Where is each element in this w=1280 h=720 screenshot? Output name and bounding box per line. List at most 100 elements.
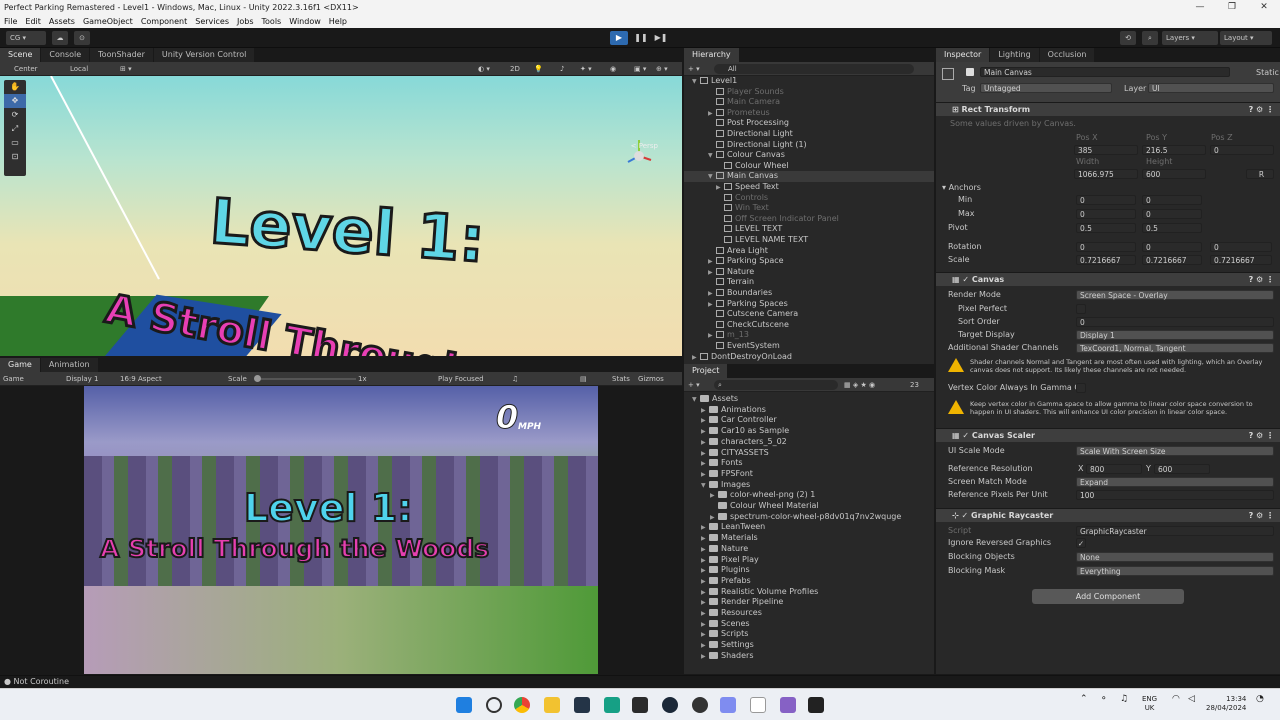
close-button[interactable]: ✕ xyxy=(1248,0,1280,15)
scale-x-field[interactable]: 0.7216667 xyxy=(1076,255,1136,265)
menu-tools[interactable]: Tools xyxy=(262,17,282,26)
project-item[interactable]: ▶ Plugins xyxy=(684,565,934,576)
menu-gameobject[interactable]: GameObject xyxy=(83,17,133,26)
width-field[interactable]: 1066.975 xyxy=(1074,169,1138,179)
hierarchy-item[interactable]: ▶ m_13 xyxy=(684,330,934,341)
canvas-scaler-header[interactable]: ▦ ✓ Canvas Scaler ? ⚙ ⋮ xyxy=(936,428,1280,442)
project-item[interactable]: ▶ Car10 as Sample xyxy=(684,426,934,437)
gizmos-dropdown[interactable]: Gizmos xyxy=(638,373,664,385)
project-item[interactable]: ▼ Assets xyxy=(684,394,934,405)
tab-version-control[interactable]: Unity Version Control xyxy=(153,48,255,62)
project-search-icon[interactable]: ⌕ xyxy=(714,380,838,390)
hierarchy-item[interactable]: Terrain xyxy=(684,277,934,288)
steam-icon[interactable] xyxy=(662,697,678,713)
hierarchy-item[interactable]: ▼ Level1 xyxy=(684,76,934,87)
pixel-perfect-checkbox[interactable] xyxy=(1076,304,1086,314)
search-icon[interactable]: ⌕ xyxy=(1142,31,1158,45)
project-item[interactable]: ▶ Resources xyxy=(684,608,934,619)
ppu-field[interactable]: 100 xyxy=(1076,490,1274,500)
file-explorer-icon[interactable] xyxy=(544,697,560,713)
transform-tool-icon[interactable]: ⊡ xyxy=(4,150,26,164)
active-checkbox[interactable] xyxy=(966,68,974,76)
hierarchy-item[interactable]: ▶ DontDestroyOnLoad xyxy=(684,352,934,363)
menu-component[interactable]: Component xyxy=(141,17,187,26)
scale-y-field[interactable]: 0.7216667 xyxy=(1142,255,1202,265)
notification-icon[interactable]: ◔ xyxy=(1256,695,1264,704)
pivot-dropdown[interactable]: Center xyxy=(14,63,38,75)
hierarchy-search[interactable]: All xyxy=(714,64,914,74)
project-item[interactable]: ▶ LeanTween xyxy=(684,522,934,533)
vertex-gamma-checkbox[interactable] xyxy=(1076,383,1086,393)
hierarchy-item[interactable]: ▶ Prometeus xyxy=(684,108,934,119)
hierarchy-item[interactable]: ▶ Nature xyxy=(684,267,934,278)
anchor-max-y[interactable]: 0 xyxy=(1142,209,1202,219)
language-indicator[interactable]: ENG UK xyxy=(1142,695,1157,713)
scale-slider[interactable] xyxy=(256,378,356,380)
scale-tool-icon[interactable]: ⤢ xyxy=(4,122,26,136)
rotation-y-field[interactable]: 0 xyxy=(1142,242,1202,252)
scaler-menu-icon[interactable]: ? ⚙ ⋮ xyxy=(1249,429,1274,443)
shading-icon[interactable]: ◐ ▾ xyxy=(478,63,490,75)
posz-field[interactable]: 0 xyxy=(1210,145,1274,155)
hierarchy-item[interactable]: ▶ Parking Spaces xyxy=(684,299,934,310)
object-name-field[interactable]: Main Canvas xyxy=(980,67,1230,77)
hierarchy-item[interactable]: Directional Light xyxy=(684,129,934,140)
filter-icon[interactable]: ▦ ◈ ★ ◉ xyxy=(844,379,875,391)
mic-tray-icon[interactable]: ♫ xyxy=(1120,695,1128,704)
hierarchy-item[interactable]: CheckCutscene xyxy=(684,320,934,331)
hierarchy-item[interactable]: Colour Wheel xyxy=(684,161,934,172)
tab-animation[interactable]: Animation xyxy=(40,358,98,372)
hierarchy-item[interactable]: Directional Light (1) xyxy=(684,140,934,151)
camera-icon[interactable]: ▣ ▾ xyxy=(634,63,646,75)
hierarchy-item[interactable]: LEVEL TEXT xyxy=(684,224,934,235)
pivot-y-field[interactable]: 0.5 xyxy=(1142,223,1202,233)
project-item[interactable]: ▶ Shaders xyxy=(684,651,934,662)
game-mode-dropdown[interactable]: Game xyxy=(3,373,24,385)
canvas-menu-icon[interactable]: ? ⚙ ⋮ xyxy=(1249,273,1274,287)
layer-dropdown[interactable]: UI xyxy=(1148,83,1274,93)
mode-2d-button[interactable]: 2D xyxy=(510,63,520,75)
ref-resolution-x[interactable]: 800 xyxy=(1086,464,1142,474)
menu-file[interactable]: File xyxy=(4,17,17,26)
anchors-foldout[interactable]: ▾ Anchors xyxy=(942,182,1280,194)
hand-tool-icon[interactable]: ✋ xyxy=(4,80,26,94)
hierarchy-item[interactable]: ▼ Main Canvas xyxy=(684,171,934,182)
step-button[interactable]: ▶❚ xyxy=(652,31,670,45)
rotation-x-field[interactable]: 0 xyxy=(1076,242,1136,252)
hierarchy-item[interactable]: Area Light xyxy=(684,246,934,257)
rect-tool-icon[interactable]: ▭ xyxy=(4,136,26,150)
tab-project[interactable]: Project xyxy=(684,364,728,378)
menu-assets[interactable]: Assets xyxy=(49,17,75,26)
hierarchy-item[interactable]: Controls xyxy=(684,193,934,204)
wifi-icon[interactable]: ◠ xyxy=(1172,695,1180,704)
project-item[interactable]: ▶ Settings xyxy=(684,640,934,651)
component-menu-icon[interactable]: ? ⚙ ⋮ xyxy=(1249,103,1274,117)
play-button[interactable]: ▶ xyxy=(610,31,628,45)
notepad-icon[interactable] xyxy=(750,697,766,713)
anchor-max-x[interactable]: 0 xyxy=(1076,209,1136,219)
project-item[interactable]: ▶ Fonts xyxy=(684,458,934,469)
unity-icon[interactable] xyxy=(808,697,824,713)
tab-lighting[interactable]: Lighting xyxy=(990,48,1039,62)
maximize-button[interactable]: ❐ xyxy=(1216,0,1248,15)
chrome-icon[interactable] xyxy=(514,697,530,713)
tab-occlusion[interactable]: Occlusion xyxy=(1039,48,1095,62)
game-viewport[interactable]: 0 MPH Level 1: A Stroll Through the Wood… xyxy=(84,386,598,674)
tray-chevron-icon[interactable]: ⌃ xyxy=(1080,695,1088,704)
project-item[interactable]: ▶ Prefabs xyxy=(684,576,934,587)
clock[interactable]: 13:34 28/04/2024 xyxy=(1206,695,1246,713)
app-icon[interactable] xyxy=(574,697,590,713)
menu-services[interactable]: Services xyxy=(195,17,229,26)
hierarchy-item[interactable]: LEVEL NAME TEXT xyxy=(684,235,934,246)
anchor-min-y[interactable]: 0 xyxy=(1142,195,1202,205)
app-icon[interactable] xyxy=(604,697,620,713)
tab-console[interactable]: Console xyxy=(41,48,90,62)
project-item[interactable]: ▼ Images xyxy=(684,480,934,491)
tab-hierarchy[interactable]: Hierarchy xyxy=(684,48,739,62)
shader-channels-dropdown[interactable]: TexCoord1, Normal, Tangent xyxy=(1076,343,1274,353)
hierarchy-item[interactable]: ▼ Colour Canvas xyxy=(684,150,934,161)
hierarchy-item[interactable]: ▶ Speed Text xyxy=(684,182,934,193)
hierarchy-item[interactable]: Win Text xyxy=(684,203,934,214)
play-focused-dropdown[interactable]: Play Focused xyxy=(438,373,484,385)
menu-help[interactable]: Help xyxy=(329,17,347,26)
